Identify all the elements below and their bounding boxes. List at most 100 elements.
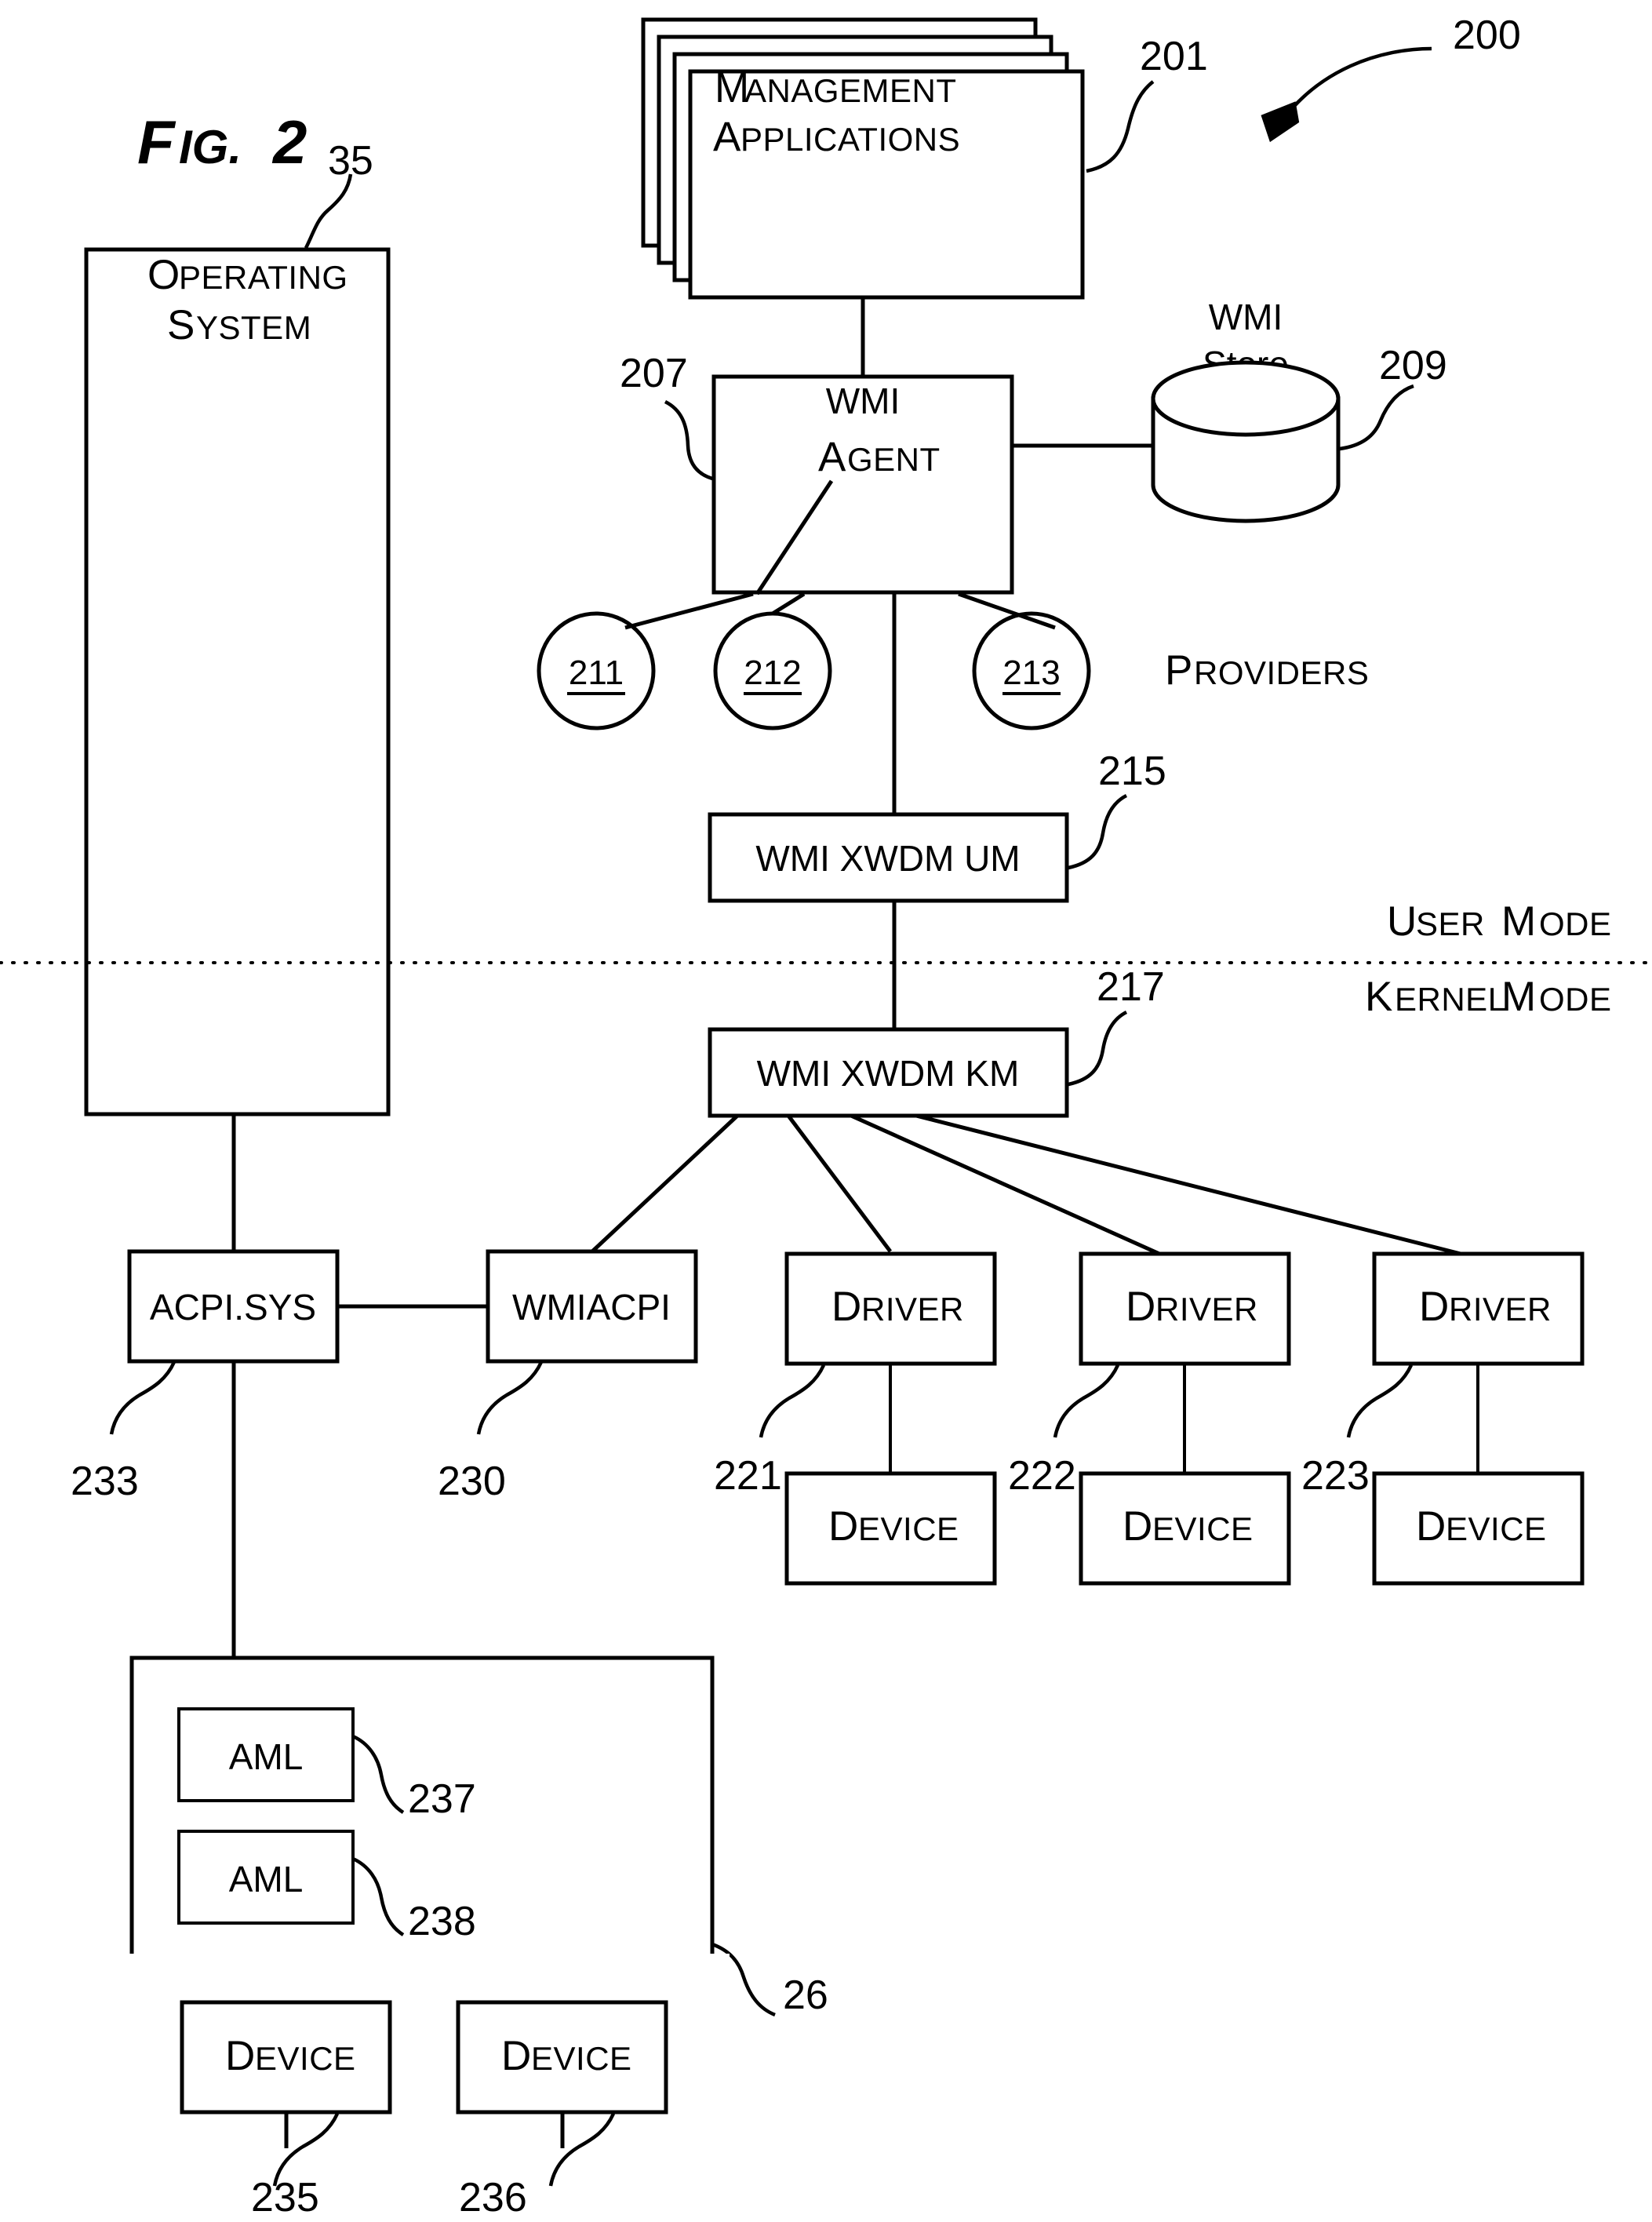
providers-group-label-cap: P: [1165, 647, 1192, 694]
driver-223-cap: D: [1419, 1284, 1449, 1330]
connector-agent-to-212: [771, 592, 806, 616]
device-222-cap: D: [1123, 1503, 1152, 1550]
wmi-store-line1: WMI: [1209, 297, 1283, 337]
wmi-xwdm-km-ref: 217: [1097, 964, 1165, 1010]
provider-label-211: 211: [569, 654, 624, 692]
management-applications-stack: M ANAGEMENT A PPLICATIONS 201: [641, 17, 1208, 300]
figure-title-f: F: [137, 107, 176, 177]
aml-237-ref: 237: [408, 1776, 476, 1822]
driver-stack-222: D RIVER 222 D EVICE: [1008, 1251, 1291, 1586]
device-221-cap: D: [828, 1503, 858, 1550]
wmi-store-group: WMI Store 209: [1151, 297, 1447, 523]
wmi-agent-group: WMI A GENT 207: [620, 351, 1014, 595]
wmi-store-leader: [1339, 384, 1414, 451]
wmiacpi-label: WMIACPI: [512, 1287, 671, 1328]
operating-system-line1: PERATING: [179, 259, 348, 296]
aml-237-label: AML: [229, 1736, 304, 1777]
connector-km-to-driver-223: [915, 1113, 1461, 1256]
overall-reference-arrow: 200: [1261, 13, 1521, 143]
operating-system-group: O PERATING S YSTEM 35: [84, 138, 391, 1116]
overall-reference-label: 200: [1453, 13, 1521, 58]
kernel-mode-label-rest2: ODE: [1539, 981, 1612, 1018]
figure-title: F IG. 2: [137, 107, 307, 177]
operating-system-line1-cap: O: [147, 252, 180, 298]
wmi-xwdm-um-leader: [1068, 793, 1128, 870]
management-applications-line1: ANAGEMENT: [744, 72, 957, 109]
operating-system-leader: [304, 173, 353, 250]
diagram-canvas: F IG. 2 200 M ANAGEMENT A PPLICATIONS 20…: [0, 13, 1652, 2222]
driver-221-leader: [759, 1364, 826, 1438]
figure-title-ig: IG.: [179, 121, 242, 173]
driver-stack-221: D RIVER 221 D EVICE: [714, 1251, 997, 1586]
driver-223-ref: 223: [1301, 1453, 1370, 1499]
wmi-xwdm-km-group: WMI XWDM KM 217: [708, 964, 1165, 1118]
wmiacpi-group: WMIACPI 230: [438, 1249, 698, 1504]
bios-ref: 26: [783, 1972, 828, 2018]
device-223-label: EVICE: [1446, 1510, 1547, 1547]
wmi-xwdm-um-ref: 215: [1098, 749, 1166, 794]
management-applications-line2: PPLICATIONS: [740, 121, 960, 158]
aml-238-label: AML: [229, 1859, 304, 1900]
acpi-sys-group: ACPI.SYS 233: [71, 1249, 340, 1504]
wmi-store-cylinder-top: [1151, 360, 1341, 437]
driver-222-cap: D: [1126, 1284, 1155, 1330]
driver-221-cap: D: [831, 1284, 861, 1330]
driver-221-ref: 221: [714, 1453, 782, 1499]
device-222-label: EVICE: [1152, 1510, 1254, 1547]
user-mode-label-rest: SER: [1416, 905, 1485, 942]
kernel-mode-label-rest: ERNEL: [1395, 981, 1507, 1018]
bios-group: BIOS 26 AML 237 AML 238: [129, 1656, 828, 2151]
provider-label-212: 212: [744, 654, 801, 692]
connector-km-to-driver-221: [787, 1114, 892, 1253]
driver-223-leader: [1346, 1364, 1414, 1438]
device-223-cap: D: [1416, 1503, 1446, 1550]
driver-222-label: RIVER: [1155, 1291, 1258, 1328]
operating-system-ref: 35: [328, 138, 373, 184]
wmi-agent-line2-cap: A: [818, 434, 846, 480]
provider-label-213: 213: [1002, 654, 1060, 692]
management-applications-line2-cap: A: [713, 114, 741, 160]
management-applications-ref: 201: [1140, 34, 1208, 79]
overall-arrow-head: [1261, 101, 1300, 143]
operating-system-line2-cap: S: [167, 302, 195, 348]
providers-group-label: ROVIDERS: [1194, 654, 1369, 691]
user-mode-label-rest2: ODE: [1539, 905, 1612, 942]
wmi-agent-line1: WMI: [826, 381, 901, 421]
kernel-mode-label-cap: K: [1365, 974, 1392, 1020]
driver-222-leader: [1053, 1364, 1120, 1438]
wmi-agent-leader: [664, 399, 713, 481]
management-applications-leader: [1086, 80, 1155, 173]
patent-figure-2: F IG. 2 200 M ANAGEMENT A PPLICATIONS 20…: [0, 0, 1652, 2222]
connector-agent-to-211: [624, 592, 754, 630]
device-221-label: EVICE: [858, 1510, 959, 1547]
user-mode-label-cap2: M: [1501, 898, 1536, 945]
km-fanout-connectors: [591, 1113, 1461, 1256]
overall-arrow-curve: [1277, 46, 1432, 127]
operating-system-box: [84, 247, 391, 1116]
acpi-sys-label: ACPI.SYS: [150, 1287, 316, 1328]
wmi-xwdm-um-group: WMI XWDM UM 215: [708, 749, 1166, 903]
user-mode-label-cap: U: [1387, 898, 1417, 945]
wmiacpi-leader: [476, 1361, 544, 1435]
wmi-agent-line2: GENT: [847, 441, 941, 478]
operating-system-line2: YSTEM: [196, 309, 311, 346]
wmi-xwdm-km-label: WMI XWDM KM: [757, 1053, 1020, 1094]
wmiacpi-ref: 230: [438, 1459, 506, 1504]
wmi-agent-ref: 207: [620, 351, 688, 396]
kernel-mode-label-cap2: M: [1501, 974, 1536, 1020]
acpi-sys-ref: 233: [71, 1459, 139, 1504]
bios-leader: [711, 1942, 776, 2017]
bios-label: BIOS: [614, 2074, 700, 2115]
wmi-xwdm-km-leader: [1068, 1010, 1128, 1087]
figure-title-number: 2: [271, 107, 307, 177]
aml-238-ref: 238: [408, 1899, 476, 1944]
bios-device-connectors: [284, 2148, 565, 2222]
driver-222-ref: 222: [1008, 1453, 1076, 1499]
driver-stack-223: D RIVER 223 D EVICE: [1301, 1251, 1585, 1586]
acpi-sys-leader: [109, 1361, 176, 1435]
driver-223-label: RIVER: [1449, 1291, 1552, 1328]
wmi-xwdm-um-label: WMI XWDM UM: [755, 838, 1020, 879]
wmi-store-ref: 209: [1379, 343, 1447, 388]
connector-km-to-wmiacpi: [591, 1114, 739, 1253]
driver-221-label: RIVER: [861, 1291, 964, 1328]
